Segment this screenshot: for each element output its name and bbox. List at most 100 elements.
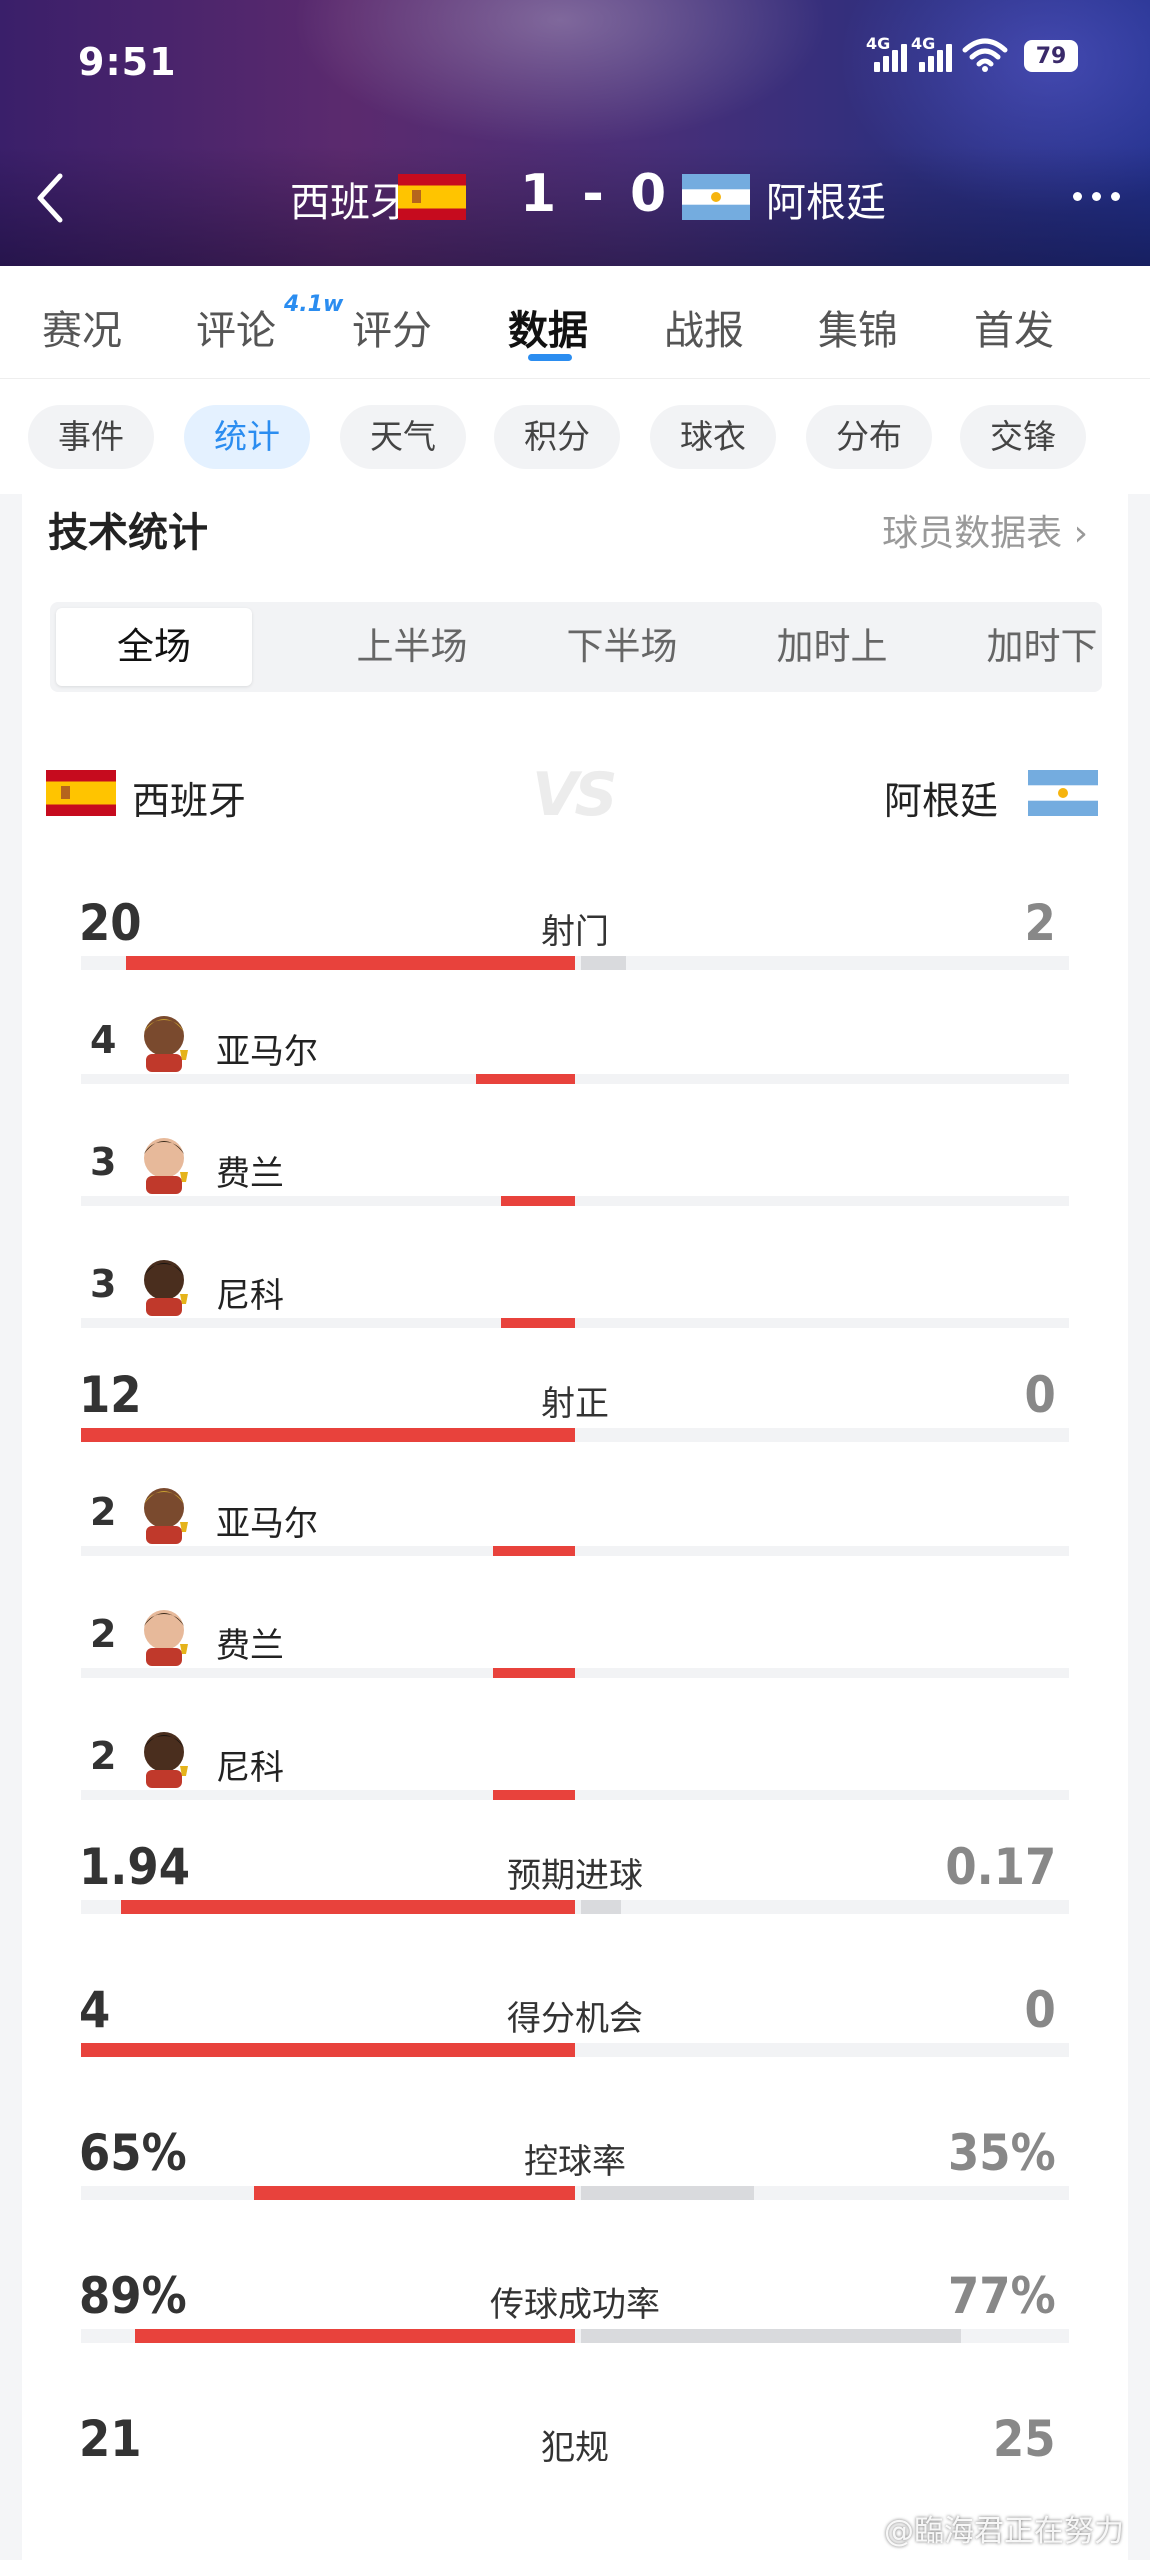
stat-row: 89% 传球成功率 77% [22, 2267, 1128, 2343]
tab-ratings[interactable]: 评分 [352, 298, 432, 356]
player-bar-track [81, 1668, 1069, 1678]
tab-live[interactable]: 赛况 [42, 298, 122, 356]
stat-row: 1.94 预期进球 0.17 [22, 1838, 1128, 1914]
player-avatar [138, 1130, 194, 1194]
chip-events[interactable]: 事件 [28, 405, 154, 469]
chip-standings[interactable]: 积分 [494, 405, 620, 469]
player-name[interactable]: 尼科 [216, 1268, 284, 1317]
tab-highlights[interactable]: 集锦 [818, 298, 898, 356]
period-extra-first[interactable]: 加时上 [734, 602, 930, 692]
chip-distribution[interactable]: 分布 [806, 405, 932, 469]
stat-bar-track [81, 1428, 1069, 1442]
player-avatar [138, 1008, 194, 1072]
tech-stats-card: 技术统计 球员数据表 › 全场 上半场 下半场 加时上 加时下 西班牙 VS 阿… [22, 494, 1128, 2574]
stat-bar-left [126, 956, 575, 970]
stat-right-value: 77% [948, 2267, 1056, 2325]
player-stat-row: 2 尼科 [22, 1732, 1128, 1800]
player-stat-value: 2 [90, 1734, 117, 1778]
player-stats-link[interactable]: 球员数据表 › [882, 504, 1088, 556]
chevron-right-icon: › [1073, 513, 1088, 554]
player-bar [493, 1546, 575, 1556]
network-label-2: 4G [911, 34, 936, 53]
stat-bar-track [81, 2329, 1069, 2343]
watermark: @臨海君正在努力 [884, 2514, 1124, 2549]
player-stat-value: 4 [90, 1018, 117, 1062]
right-team-name: 阿根廷 [883, 779, 998, 823]
player-avatar [138, 1724, 194, 1788]
stat-bar-left [121, 1900, 575, 1914]
match-score: 1 - 0 [520, 164, 671, 224]
period-extra-second[interactable]: 加时下 [944, 602, 1140, 692]
stat-right-value: 0 [1024, 1981, 1056, 2039]
left-team-name: 西班牙 [132, 779, 247, 823]
player-name[interactable]: 亚马尔 [216, 1024, 318, 1073]
stat-right-value: 2 [1024, 894, 1056, 952]
tab-comments[interactable]: 评论 [196, 298, 276, 356]
stat-label: 射正 [541, 1384, 609, 1424]
period-full[interactable]: 全场 [56, 608, 252, 686]
player-stat-row: 3 费兰 [22, 1138, 1128, 1206]
chip-kits[interactable]: 球衣 [650, 405, 776, 469]
player-stat-row: 3 尼科 [22, 1260, 1128, 1328]
home-team-name[interactable]: 西班牙 [290, 170, 410, 228]
period-first-half[interactable]: 上半场 [314, 602, 510, 692]
player-stat-row: 2 亚马尔 [22, 1488, 1128, 1556]
player-bar-track [81, 1074, 1069, 1084]
period-selector: 全场 上半场 下半场 加时上 加时下 [50, 602, 1102, 692]
tab-data[interactable]: 数据 [508, 298, 588, 356]
tab-lineup[interactable]: 首发 [974, 298, 1054, 356]
player-avatar [138, 1252, 194, 1316]
stat-bar-right [581, 1900, 621, 1914]
player-name[interactable]: 费兰 [216, 1618, 284, 1667]
status-icons: 4G 4G 79 [866, 34, 1078, 72]
stat-row: 4 得分机会 0 [22, 1981, 1128, 2057]
stat-bar-left [135, 2329, 575, 2343]
stat-bar-right [581, 956, 626, 970]
stat-row: 20 射门 2 [22, 894, 1128, 970]
player-stat-value: 3 [90, 1262, 117, 1306]
spain-flag-icon [398, 174, 466, 220]
player-avatar [138, 1602, 194, 1666]
more-options-icon[interactable] [1073, 192, 1120, 201]
section-title: 技术统计 [48, 510, 208, 556]
player-name[interactable]: 亚马尔 [216, 1496, 318, 1545]
sub-tab-chips: 事件 统计 天气 积分 球衣 分布 交锋 [0, 378, 1150, 495]
argentina-flag-icon [1028, 770, 1098, 816]
away-team-name[interactable]: 阿根廷 [766, 170, 886, 228]
player-name[interactable]: 尼科 [216, 1740, 284, 1789]
active-tab-indicator [528, 354, 572, 361]
stat-bar-left [81, 2043, 575, 2057]
player-stat-value: 2 [90, 1612, 117, 1656]
stat-right-value: 0 [1024, 1366, 1056, 1424]
player-bar [493, 1790, 575, 1800]
signal-icon-2: 4G [911, 34, 952, 72]
stat-row: 12 射正 0 [22, 1366, 1128, 1442]
wifi-icon [962, 38, 1008, 72]
player-bar [501, 1318, 575, 1328]
chip-weather[interactable]: 天气 [340, 405, 466, 469]
teams-row: 西班牙 VS 阿根廷 [22, 760, 1128, 830]
spain-flag-icon [46, 770, 116, 816]
stat-row: 21 犯规 25 [22, 2410, 1128, 2480]
stat-bar-track [81, 1900, 1069, 1914]
stat-label: 犯规 [541, 2428, 609, 2468]
player-name[interactable]: 费兰 [216, 1146, 284, 1195]
tab-report[interactable]: 战报 [664, 298, 744, 356]
player-bar-track [81, 1196, 1069, 1206]
network-label: 4G [866, 34, 891, 53]
player-bar [501, 1196, 575, 1206]
comments-count-badge: 4.1w [284, 292, 344, 317]
battery-icon: 79 [1024, 40, 1078, 72]
player-stat-row: 2 费兰 [22, 1610, 1128, 1678]
player-bar [476, 1074, 575, 1084]
chip-head-to-head[interactable]: 交锋 [960, 405, 1086, 469]
stat-label: 得分机会 [507, 1999, 643, 2039]
player-bar-track [81, 1546, 1069, 1556]
stat-bar-left [254, 2186, 575, 2200]
stat-bar-track [81, 2186, 1069, 2200]
chip-stats[interactable]: 统计 [184, 405, 310, 469]
period-second-half[interactable]: 下半场 [524, 602, 720, 692]
player-stat-value: 2 [90, 1490, 117, 1534]
vs-logo: VS [532, 760, 618, 830]
stat-label: 射门 [541, 912, 609, 952]
